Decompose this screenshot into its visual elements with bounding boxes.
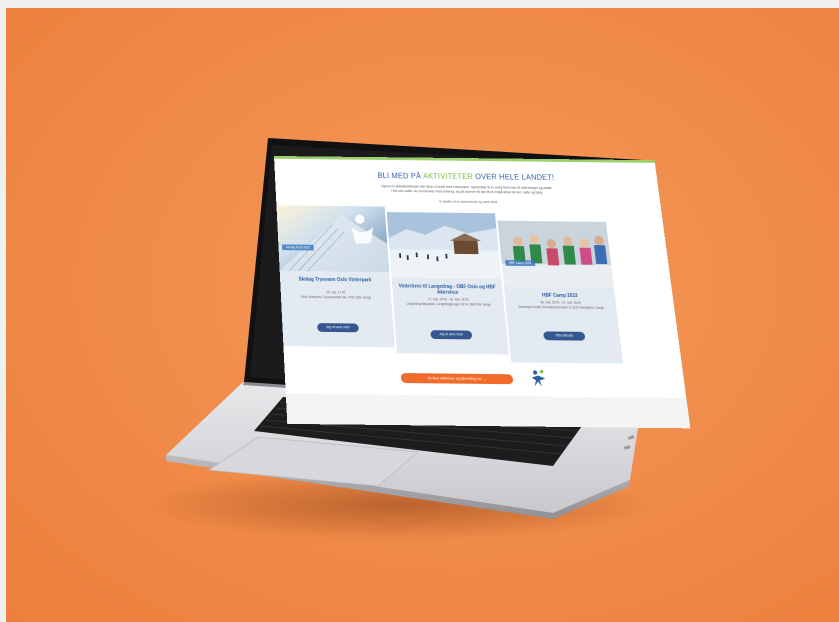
activity-card[interactable]: Skidag Trysil 2023 Skidag Trysvann Oslo … <box>276 205 395 348</box>
join-button[interactable]: Jeg vil være med! <box>317 323 359 333</box>
card-address: Langedrag Naturpark, Langedragsvegen 347… <box>406 301 491 307</box>
intro-note: Vi ønsker at du skal komme og være med! <box>439 199 498 205</box>
more-activities-button[interactable]: Se flere aktiviteter og påmelding her → <box>400 373 514 385</box>
intro-text: Gjennom aktivitetstilbudet vårt tilbyr v… <box>381 184 553 195</box>
card-title: Skidag Trysvann Oslo Vinterpark <box>298 276 372 284</box>
scene: BLI MED PÅ AKTIVITETER OVER HELE LANDET!… <box>0 0 839 622</box>
ski-photo <box>276 205 390 273</box>
offer-button[interactable]: Påbe tilbudet <box>543 331 586 341</box>
card-tag: Skidag Trysil 2023 <box>282 244 314 251</box>
card-title: Vinterbrev til Langedrag - OBF Oslo og H… <box>398 283 496 296</box>
winter-lodge-photo <box>386 212 502 279</box>
join-button[interactable]: Jeg vil være med! <box>430 330 473 340</box>
card-title: HBF Camp 2023 <box>541 292 578 299</box>
screen: BLI MED PÅ AKTIVITETER OVER HELE LANDET!… <box>274 156 691 429</box>
card-address: Sandefjord hotell, Strandpromenaden 9, 3… <box>518 305 605 310</box>
camp-group-photo <box>497 220 614 288</box>
activity-card[interactable]: HBF Camp 2023 HBF Camp 2023 18. mar, 16:… <box>497 220 624 364</box>
card-address: Oslo Vinterpark, Tryvannsveien 64, 0791 … <box>300 294 372 300</box>
hbf-logo-icon <box>531 369 547 387</box>
page-headline: BLI MED PÅ AKTIVITETER OVER HELE LANDET! <box>377 171 555 182</box>
screen-footer <box>285 393 691 429</box>
card-tag: HBF Camp 2023 <box>505 260 536 267</box>
activity-card[interactable]: Vinterbrev til Langedrag - OBF Oslo og H… <box>386 212 509 355</box>
